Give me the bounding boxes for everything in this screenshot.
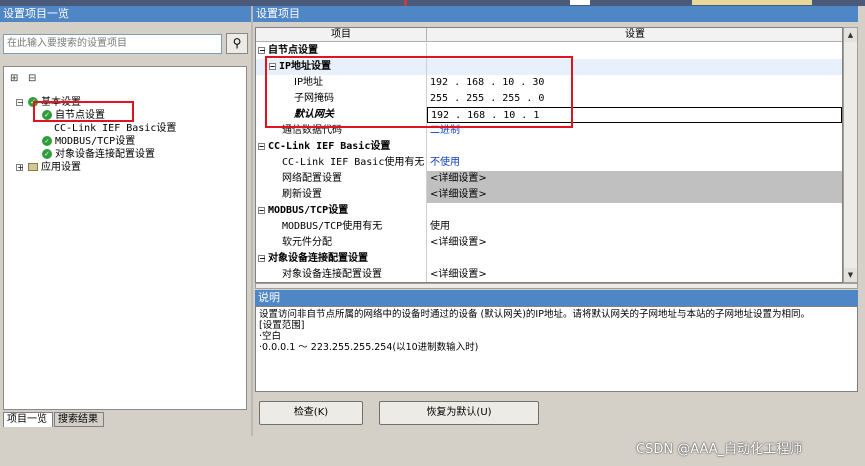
tree-item-label: MODBUS/TCP设置 xyxy=(55,136,136,147)
row-value[interactable]: <详细设置> xyxy=(427,235,842,251)
tree-item-label: 对象设备连接配置设置 xyxy=(55,149,155,160)
table-row[interactable]: − 对象设备连接配置设置 xyxy=(256,251,842,267)
expand-all-icon[interactable]: ⊞ xyxy=(10,73,18,84)
tree-item-label: 基本设置 xyxy=(41,97,81,108)
row-value[interactable]: 使用 xyxy=(427,219,842,235)
strip-mark-white xyxy=(570,0,590,5)
description-title: 说明 xyxy=(255,290,858,306)
table-row[interactable]: 默认网关 192 . 168 . 10 . 1 xyxy=(256,107,842,123)
table-row[interactable]: 通信数据代码 二进制 xyxy=(256,123,842,139)
row-item: MODBUS/TCP设置 xyxy=(268,205,349,216)
row-item: 对象设备连接配置设置 xyxy=(256,267,427,282)
row-item: CC-Link IEF Basic设置 xyxy=(268,141,391,152)
tab-search-results[interactable]: 搜索结果 xyxy=(54,412,104,427)
row-item: 刷新设置 xyxy=(256,187,427,203)
tree-item-own-node-settings[interactable]: ✓ 自节点设置 xyxy=(42,109,105,122)
check-button[interactable]: 检查(K) xyxy=(259,401,363,425)
scroll-down-icon[interactable]: ▼ xyxy=(844,268,857,282)
row-item: IP地址 xyxy=(256,75,427,91)
row-item: 子网掩码 xyxy=(256,91,427,107)
tree-toggle-app[interactable]: + xyxy=(16,164,24,172)
right-panel-title: 设置项目 xyxy=(253,6,858,22)
section-toggle[interactable]: − xyxy=(258,207,265,215)
tree-item-label: 自节点设置 xyxy=(55,110,105,121)
description-panel: 设置访问非自节点所属的网络中的设备时通过的设备 (默认网关)的IP地址。请将默认… xyxy=(255,306,858,392)
search-input[interactable]: 在此输入要搜索的设置项目 xyxy=(3,34,222,54)
row-value[interactable]: 不使用 xyxy=(427,155,842,171)
vertical-scrollbar[interactable]: ▲ ▼ xyxy=(843,27,858,283)
table-row[interactable]: 子网掩码 255 . 255 . 255 . 0 xyxy=(256,91,842,107)
restore-default-button[interactable]: 恢复为默认(U) xyxy=(379,401,539,425)
tab-item-list[interactable]: 项目一览 xyxy=(3,412,53,427)
tree-item-target-device[interactable]: ✓ 对象设备连接配置设置 xyxy=(42,148,155,161)
table-row[interactable]: MODBUS/TCP使用有无 使用 xyxy=(256,219,842,235)
horizontal-scrollbar[interactable] xyxy=(255,283,858,289)
row-value xyxy=(427,59,842,75)
row-item: IP地址设置 xyxy=(279,61,332,72)
row-item: 通信数据代码 xyxy=(256,123,427,139)
row-value[interactable]: <详细设置> xyxy=(427,171,842,187)
description-line: 设置访问非自节点所属的网络中的设备时通过的设备 (默认网关)的IP地址。请将默认… xyxy=(259,309,810,320)
tree-item-cclink[interactable]: CC-Link IEF Basic设置 xyxy=(54,122,176,135)
row-item: CC-Link IEF Basic使用有无 xyxy=(256,155,427,171)
description-line: ·0.0.0.1 ～ 223.255.255.254(以10进制数输入时) xyxy=(259,342,479,353)
description-line: [设置范围] xyxy=(259,320,305,331)
row-item: 默认网关 xyxy=(256,107,427,123)
table-row[interactable]: 刷新设置 <详细设置> xyxy=(256,187,842,203)
row-value xyxy=(427,251,842,267)
row-item: 软元件分配 xyxy=(256,235,427,251)
row-value[interactable]: <详细设置> xyxy=(427,187,842,203)
check-icon: ✓ xyxy=(42,136,52,146)
table-row[interactable]: − MODBUS/TCP设置 xyxy=(256,203,842,219)
section-toggle[interactable]: − xyxy=(269,63,276,71)
watermark: CSDN @AAA_自动化工程师 xyxy=(636,442,803,457)
table-row[interactable]: − CC-Link IEF Basic设置 xyxy=(256,139,842,155)
tree-item-label: 应用设置 xyxy=(41,162,81,173)
check-icon: ✓ xyxy=(28,97,38,107)
left-panel-title: 设置项目一览 xyxy=(0,6,251,22)
tree-toggle-basic[interactable]: − xyxy=(16,99,24,107)
settings-grid: 项目 设置 − 自节点设置 − IP地址设置 IP地址 192 . 168 . 10… xyxy=(255,27,843,283)
table-row[interactable]: 对象设备连接配置设置 <详细设置> xyxy=(256,267,842,282)
tree-item-label: CC-Link IEF Basic设置 xyxy=(54,123,177,134)
section-toggle[interactable]: − xyxy=(258,47,266,55)
settings-tree: ⊞ ⊟ − ✓ 基本设置 ✓ 自节点设置 CC-Link IEF Basic设置 ✓… xyxy=(3,66,247,410)
section-toggle[interactable]: − xyxy=(258,255,266,263)
tree-item-modbus[interactable]: ✓ MODBUS/TCP设置 xyxy=(42,135,135,148)
strip-mark-yellow xyxy=(692,0,812,5)
binoculars-icon: ⚲ xyxy=(232,36,242,50)
section-toggle[interactable]: − xyxy=(258,143,265,151)
row-item: 对象设备连接配置设置 xyxy=(268,253,368,264)
row-value xyxy=(427,203,842,219)
row-value xyxy=(427,139,842,155)
folder-icon xyxy=(28,163,38,171)
tree-item-basic-settings[interactable]: ✓ 基本设置 xyxy=(28,96,81,109)
search-button[interactable]: ⚲ xyxy=(226,33,248,54)
check-icon: ✓ xyxy=(42,149,52,159)
table-row[interactable]: − IP地址设置 xyxy=(256,59,842,75)
default-gateway-input[interactable]: 192 . 168 . 10 . 1 xyxy=(427,107,842,123)
row-item: 网络配置设置 xyxy=(256,171,427,187)
collapse-all-icon[interactable]: ⊟ xyxy=(28,73,36,84)
table-row[interactable]: CC-Link IEF Basic使用有无 不使用 xyxy=(256,155,842,171)
subnet-mask-value[interactable]: 255 . 255 . 255 . 0 xyxy=(427,91,842,107)
check-icon: ✓ xyxy=(42,110,52,120)
column-header-item: 项目 xyxy=(256,28,427,42)
row-item: MODBUS/TCP使用有无 xyxy=(256,219,427,235)
description-line: ·空白 xyxy=(259,331,282,342)
scroll-up-icon[interactable]: ▲ xyxy=(844,28,857,42)
row-value[interactable]: <详细设置> xyxy=(427,267,842,282)
table-row[interactable]: IP地址 192 . 168 . 10 . 30 xyxy=(256,75,842,91)
ip-address-value[interactable]: 192 . 168 . 10 . 30 xyxy=(427,75,842,91)
column-header-setting: 设置 xyxy=(427,28,842,42)
row-value[interactable]: 二进制 xyxy=(427,123,842,139)
tree-item-app-settings[interactable]: 应用设置 xyxy=(28,161,81,174)
table-row[interactable]: 软元件分配 <详细设置> xyxy=(256,235,842,251)
row-item: 自节点设置 xyxy=(268,45,318,56)
table-row[interactable]: 网络配置设置 <详细设置> xyxy=(256,171,842,187)
panel-splitter[interactable] xyxy=(251,6,253,436)
table-row[interactable]: − 自节点设置 xyxy=(256,43,842,59)
row-value xyxy=(427,43,842,59)
